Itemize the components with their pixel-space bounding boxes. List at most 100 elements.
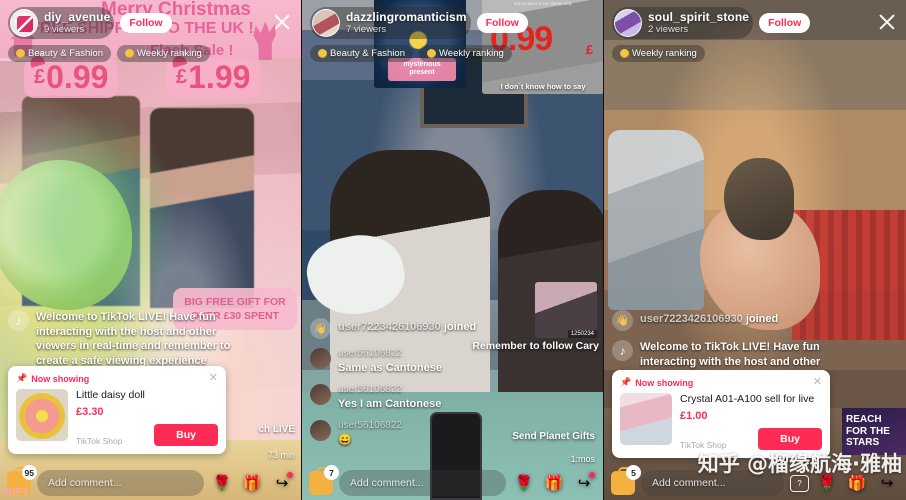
host-info-pill-1[interactable]: diy_avenue 9 viewers xyxy=(8,7,115,39)
rose-icon[interactable]: 🌹 xyxy=(210,471,234,495)
bottom-action-bar-1: 95 Add comment... 🌹 🎁 ↪ xyxy=(0,465,301,500)
tag-beauty-fashion[interactable]: Beauty & Fashion xyxy=(8,45,111,62)
chat-text: user7223426106930 joined xyxy=(640,310,778,325)
product-card-3[interactable]: 📌 Now showing ✕ Crystal A01-A100 sell fo… xyxy=(612,370,830,458)
shopping-cart-button[interactable]: 7 xyxy=(309,465,339,495)
tag-weekly-ranking[interactable]: Weekly ranking xyxy=(419,45,512,62)
cart-badge: 5 xyxy=(626,465,641,480)
chat-message: user56106822 Yes I am Cantonese xyxy=(310,384,546,411)
live-streams-grid: Merry Christmas FREE SHIPPING TO THE UK … xyxy=(0,0,906,500)
stream-header-2: dazzlingromanticism 7 viewers Follow Bea… xyxy=(302,0,603,69)
comment-input[interactable]: Add comment... xyxy=(37,470,204,496)
chat-username: user56106822 xyxy=(338,420,402,432)
chat-action: joined xyxy=(745,313,779,325)
now-showing-label: Now showing xyxy=(635,377,694,388)
chat-text: Welcome to TikTok LIVE! Have fun interac… xyxy=(36,311,231,367)
cart-badge: 7 xyxy=(324,465,339,480)
chat-feed-2: user7223426106930 joined user56106822 Sa… xyxy=(310,318,546,456)
user-avatar[interactable] xyxy=(310,420,331,442)
shopping-cart-button[interactable]: 5 xyxy=(611,465,641,495)
medal-icon xyxy=(125,49,134,58)
user-avatar[interactable] xyxy=(310,348,331,369)
product-thumbnail[interactable] xyxy=(16,389,68,441)
chat-username: user56106822 xyxy=(338,384,402,396)
chat-username: user7223426106930 xyxy=(338,321,441,333)
stone-specimen xyxy=(724,158,794,240)
viewer-count: 7 viewers xyxy=(346,24,387,36)
tag-weekly-ranking[interactable]: Weekly ranking xyxy=(612,45,705,62)
stream-tags-3: Weekly ranking xyxy=(612,45,898,62)
host-username: dazzlingromanticism xyxy=(346,9,467,24)
chat-message: user56106822 Same as Cantonese xyxy=(310,348,546,375)
tag-label: Weekly ranking xyxy=(439,48,504,59)
product-price: £1.00 xyxy=(680,409,708,422)
chat-action: joined xyxy=(443,321,477,333)
stream-header-1: diy_avenue 9 viewers Follow Beauty & Fas… xyxy=(0,0,301,69)
bottom-action-bar-2: 7 Add comment... 🌹 🎁 ↪ xyxy=(302,465,603,500)
stream-timer: 1:mos xyxy=(570,454,595,464)
host-figure xyxy=(22,96,140,306)
medal-icon xyxy=(620,49,629,58)
tag-label: Beauty & Fashion xyxy=(28,48,103,59)
comment-input[interactable]: Add comment... xyxy=(339,470,506,496)
product-title: Little daisy doll xyxy=(76,389,145,401)
product-thumbnail[interactable] xyxy=(620,393,672,445)
stream-duration: 73 min xyxy=(267,450,295,460)
avatar[interactable] xyxy=(10,9,38,37)
buy-button[interactable]: Buy xyxy=(758,427,822,450)
gift-corner-label: GIFT xyxy=(4,486,30,498)
avatar[interactable] xyxy=(312,9,340,37)
tag-label: Weekly ranking xyxy=(137,48,202,59)
chat-message: Welcome to TikTok LIVE! Have fun interac… xyxy=(8,310,244,368)
buy-button[interactable]: Buy xyxy=(154,423,218,446)
chat-text: Welcome to TikTok LIVE! Have fun interac… xyxy=(640,341,821,368)
follow-button[interactable]: Follow xyxy=(120,13,172,33)
host-username: diy_avenue xyxy=(44,9,111,24)
stream-tags-2: Beauty & Fashion Weekly ranking xyxy=(310,45,595,62)
cart-badge: 95 xyxy=(21,465,37,480)
tag-beauty-fashion[interactable]: Beauty & Fashion xyxy=(310,45,413,62)
viewer-count: 9 viewers xyxy=(44,24,85,36)
live-stream-panel-2: mysterious present this product is for c… xyxy=(302,0,604,500)
product-card-1[interactable]: 📌 Now showing ✕ Little daisy doll £3.30 … xyxy=(8,366,226,454)
watch-live-label: ch LIVE xyxy=(258,424,295,435)
chat-message: user56106822 😄 xyxy=(310,420,546,447)
plush-toy xyxy=(0,160,132,310)
chat-text: 😄 xyxy=(338,433,352,446)
crystal-display xyxy=(608,130,704,310)
pip-id-label: 1250234 xyxy=(567,330,597,338)
chat-text: Yes I am Cantonese xyxy=(338,397,442,410)
rose-icon[interactable]: 🌹 xyxy=(512,471,536,495)
live-stream-panel-3: soul_spirit_stone 2 viewers Follow Weekl… xyxy=(604,0,906,500)
shop-label: TikTok Shop xyxy=(76,435,123,446)
user-avatar[interactable] xyxy=(310,384,331,406)
notification-dot xyxy=(589,472,595,478)
host-username: soul_spirit_stone xyxy=(648,9,750,24)
avatar[interactable] xyxy=(614,9,642,37)
tag-weekly-ranking[interactable]: Weekly ranking xyxy=(117,45,210,62)
cohost-figure xyxy=(150,108,254,308)
tiktok-music-icon xyxy=(8,310,29,331)
chat-message: Welcome to TikTok LIVE! Have fun interac… xyxy=(612,340,848,369)
tiktok-music-icon xyxy=(612,340,633,361)
share-icon[interactable]: ↪ xyxy=(572,471,596,495)
chat-text: Same as Cantonese xyxy=(338,361,442,374)
stream-tags-1: Beauty & Fashion Weekly ranking xyxy=(8,45,293,62)
close-icon[interactable]: ✕ xyxy=(209,373,218,384)
tag-label: Beauty & Fashion xyxy=(330,48,405,59)
follow-button[interactable]: Follow xyxy=(759,13,811,33)
host-info-pill-2[interactable]: dazzlingromanticism 7 viewers xyxy=(310,7,471,39)
gift-icon[interactable]: 🎁 xyxy=(240,471,264,495)
product-title: Crystal A01-A100 sell for live xyxy=(680,393,815,405)
share-icon[interactable]: ↪ xyxy=(270,471,294,495)
product-price: £3.30 xyxy=(76,405,104,418)
pin-icon: 📌 xyxy=(16,373,28,383)
close-icon[interactable]: ✕ xyxy=(813,377,822,388)
host-info-pill-3[interactable]: soul_spirit_stone 2 viewers xyxy=(612,7,754,39)
now-showing-label: Now showing xyxy=(31,373,90,384)
chat-username: user7223426106930 xyxy=(640,313,743,325)
follow-button[interactable]: Follow xyxy=(476,13,528,33)
zhihu-watermark: 知乎 @榴缘航海·雅柚 xyxy=(697,452,902,476)
gift-icon[interactable]: 🎁 xyxy=(542,471,566,495)
medal-icon xyxy=(318,49,327,58)
